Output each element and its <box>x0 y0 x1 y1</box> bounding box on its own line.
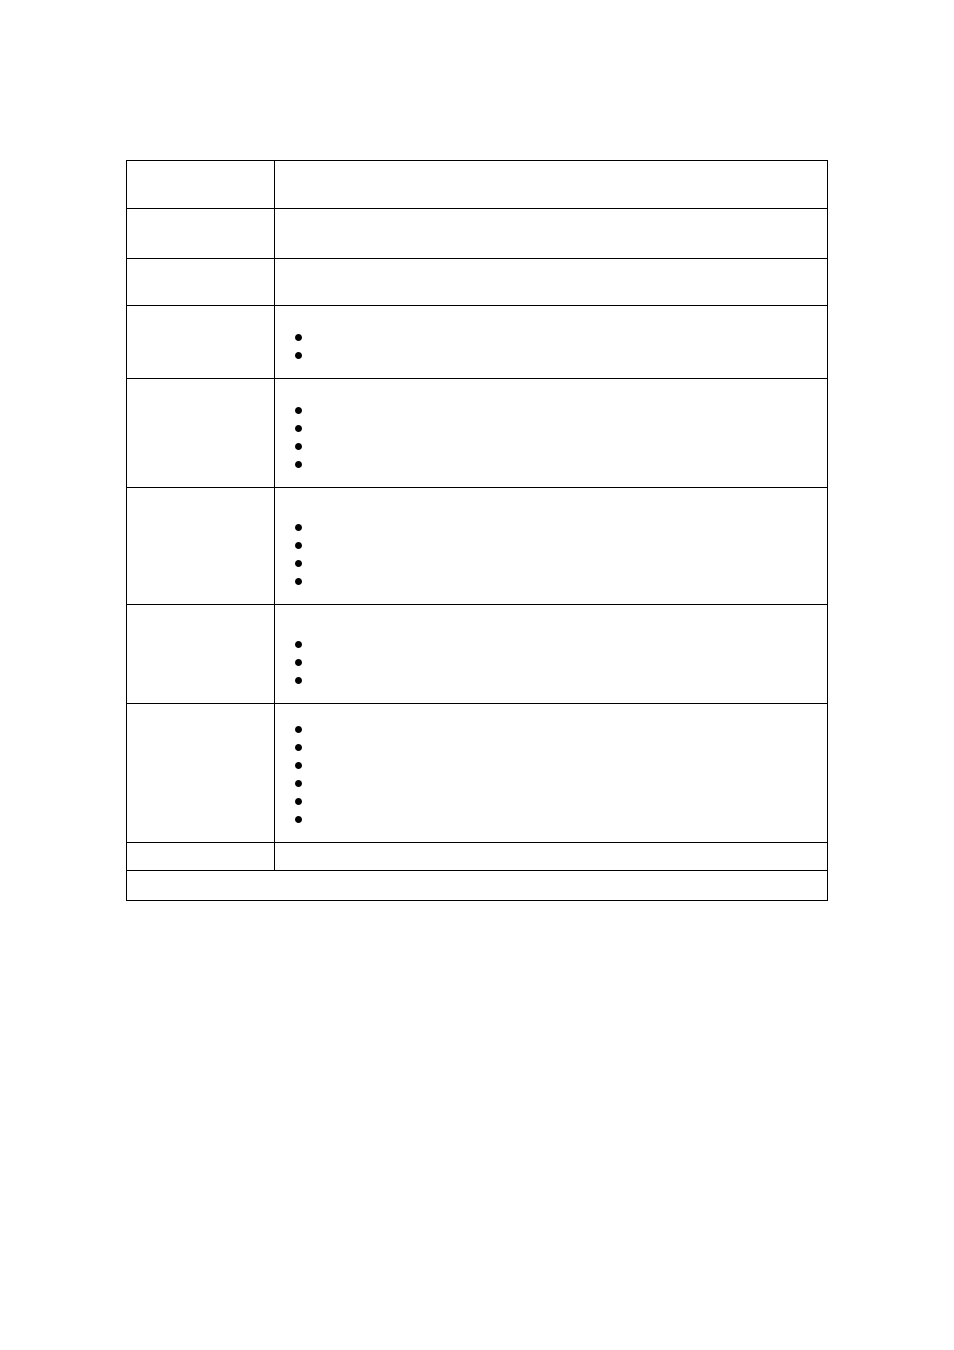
bullet-item <box>285 419 817 437</box>
row-content <box>127 871 827 900</box>
row-label <box>127 704 275 842</box>
row-label <box>127 306 275 378</box>
bullet-item <box>285 346 817 364</box>
row-label <box>127 259 275 305</box>
bullet-item <box>285 437 817 455</box>
row-content <box>275 379 827 487</box>
bullet-item <box>285 635 817 653</box>
bullet-item <box>285 792 817 810</box>
table-row <box>127 604 827 703</box>
bullet-item <box>285 738 817 756</box>
bullet-item <box>285 401 817 419</box>
bullet-item <box>285 572 817 590</box>
table-row <box>127 487 827 604</box>
bullet-list <box>285 518 817 590</box>
bullet-list <box>285 635 817 689</box>
row-label <box>127 605 275 703</box>
bullet-item <box>285 328 817 346</box>
bullet-item <box>285 720 817 738</box>
bullet-item <box>285 774 817 792</box>
table-row <box>127 870 827 900</box>
document-table <box>126 160 828 901</box>
row-label <box>127 843 275 870</box>
bullet-item <box>285 536 817 554</box>
bullet-list <box>285 720 817 828</box>
row-content <box>275 161 827 208</box>
bullet-item <box>285 518 817 536</box>
bullet-item <box>285 455 817 473</box>
table-row <box>127 703 827 842</box>
row-content <box>275 843 827 870</box>
bullet-list <box>285 401 817 473</box>
table-row <box>127 208 827 258</box>
row-label <box>127 161 275 208</box>
table-row <box>127 258 827 305</box>
table-row <box>127 161 827 208</box>
bullet-list <box>285 328 817 364</box>
row-label <box>127 488 275 604</box>
table-row <box>127 305 827 378</box>
row-content <box>275 704 827 842</box>
bullet-item <box>285 756 817 774</box>
row-content <box>275 209 827 258</box>
row-content <box>275 259 827 305</box>
bullet-item <box>285 653 817 671</box>
row-label <box>127 209 275 258</box>
row-label <box>127 379 275 487</box>
row-content <box>275 488 827 604</box>
row-content <box>275 306 827 378</box>
bullet-item <box>285 554 817 572</box>
row-content <box>275 605 827 703</box>
bullet-item <box>285 671 817 689</box>
table-row <box>127 842 827 870</box>
table-row <box>127 378 827 487</box>
bullet-item <box>285 810 817 828</box>
